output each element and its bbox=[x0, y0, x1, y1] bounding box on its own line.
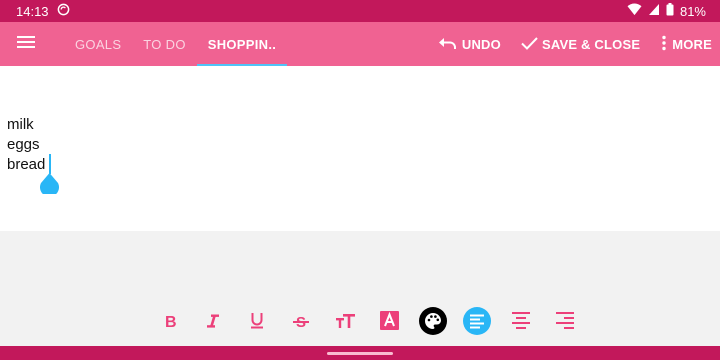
check-icon bbox=[521, 36, 538, 53]
palette-icon bbox=[419, 306, 447, 340]
align-center-button[interactable] bbox=[506, 306, 536, 340]
italic-icon bbox=[206, 313, 220, 334]
cursor-handle[interactable] bbox=[40, 173, 59, 197]
note-line: milk bbox=[7, 116, 34, 133]
bold-button[interactable]: B bbox=[155, 306, 185, 340]
text-color-icon bbox=[379, 311, 399, 335]
underline-icon bbox=[250, 312, 264, 334]
bold-icon: B bbox=[163, 313, 177, 334]
menu-button[interactable] bbox=[0, 22, 52, 66]
status-bar: 14:13 81% bbox=[0, 0, 720, 22]
note-line: eggs bbox=[7, 136, 40, 153]
palette-button[interactable] bbox=[418, 306, 448, 340]
hamburger-menu-icon bbox=[17, 35, 35, 54]
formatting-toolbar: B S bbox=[0, 306, 720, 340]
more-label: MORE bbox=[672, 36, 712, 52]
align-left-icon bbox=[463, 306, 491, 340]
battery-percent: 81% bbox=[679, 3, 706, 19]
tab-to-do[interactable]: TO DO bbox=[132, 22, 196, 66]
svg-text:B: B bbox=[165, 314, 177, 329]
signal-icon bbox=[648, 3, 660, 19]
tab-shopping[interactable]: SHOPPIN.. bbox=[196, 22, 288, 66]
strikethrough-button[interactable]: S bbox=[286, 306, 316, 340]
note-text[interactable]: milk eggs bread bbox=[7, 115, 45, 175]
sync-icon bbox=[57, 3, 70, 19]
undo-button[interactable]: UNDO bbox=[428, 22, 511, 66]
home-gesture-handle[interactable] bbox=[327, 352, 393, 355]
app-bar: GOALS TO DO SHOPPIN.. UNDO SAVE & CLOSE bbox=[0, 22, 720, 66]
battery-icon bbox=[666, 3, 674, 19]
text-cursor bbox=[49, 154, 51, 174]
wifi-icon bbox=[627, 3, 642, 19]
more-button[interactable]: MORE bbox=[650, 22, 720, 66]
text-size-button[interactable] bbox=[330, 306, 360, 340]
align-right-icon bbox=[556, 312, 574, 334]
undo-label: UNDO bbox=[461, 36, 501, 52]
text-size-icon bbox=[335, 313, 355, 333]
note-line: bread bbox=[7, 156, 46, 173]
tab-bar: GOALS TO DO SHOPPIN.. bbox=[64, 22, 288, 66]
italic-button[interactable] bbox=[198, 306, 228, 340]
strikethrough-icon: S bbox=[293, 313, 309, 334]
underline-button[interactable] bbox=[242, 306, 272, 340]
save-close-button[interactable]: SAVE & CLOSE bbox=[511, 22, 650, 66]
text-color-button[interactable] bbox=[374, 306, 404, 340]
align-center-icon bbox=[512, 312, 530, 334]
tab-goals[interactable]: GOALS bbox=[64, 22, 132, 66]
align-right-button[interactable] bbox=[550, 306, 580, 340]
note-editor[interactable]: milk eggs bread bbox=[0, 66, 720, 231]
more-vert-icon bbox=[660, 35, 668, 54]
status-time: 14:13 bbox=[16, 3, 49, 19]
navigation-bar bbox=[0, 346, 720, 360]
align-left-button[interactable] bbox=[462, 306, 492, 340]
undo-icon bbox=[438, 36, 458, 53]
save-close-label: SAVE & CLOSE bbox=[541, 36, 641, 52]
